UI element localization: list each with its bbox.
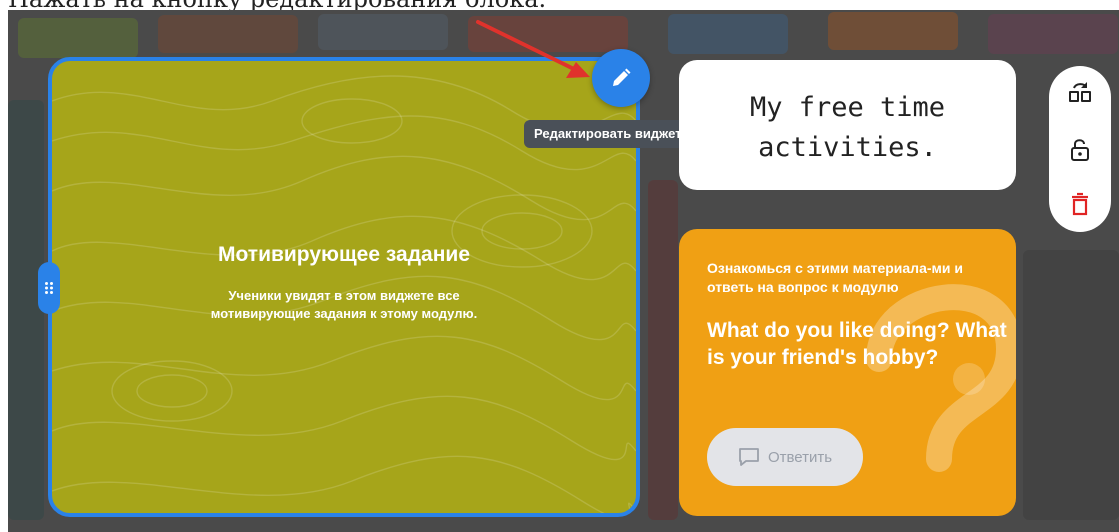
trash-icon — [1072, 192, 1088, 216]
answer-button-label: Ответить — [767, 448, 833, 466]
swap-widget-button[interactable] — [1066, 78, 1094, 106]
pencil-icon — [613, 68, 631, 86]
unlock-icon — [1071, 139, 1089, 161]
question-hint: Ознакомься с этими материала-ми и ответь… — [707, 260, 963, 295]
drag-handle[interactable] — [38, 262, 60, 314]
edit-widget-button[interactable] — [592, 49, 650, 107]
lock-widget-button[interactable] — [1066, 136, 1094, 164]
grip-dots-icon — [45, 282, 53, 294]
module-title-line1: My free time — [749, 92, 946, 123]
chat-bubble-icon — [739, 448, 759, 466]
swap-icon — [1069, 82, 1091, 102]
question-text: What do you like doing? What is your fri… — [707, 319, 1007, 369]
widget-description: Ученики увидят в этом виджете все мотиви… — [210, 288, 478, 321]
answer-button[interactable]: Ответить — [707, 428, 863, 486]
module-title-line2: activities. — [758, 132, 937, 163]
delete-widget-button[interactable] — [1066, 190, 1094, 218]
question-widget[interactable]: Ознакомься с этими материала-ми и ответь… — [679, 229, 1016, 516]
edit-tooltip: Редактировать виджет — [524, 120, 692, 148]
widget-title: Мотивирующее задание — [217, 243, 470, 266]
widget-toolbar — [1049, 66, 1111, 232]
module-title-widget[interactable]: My free time activities. — [679, 60, 1016, 190]
